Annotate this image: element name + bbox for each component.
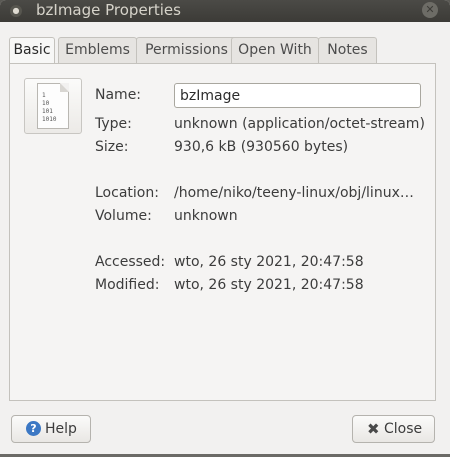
help-icon: ? [26, 421, 41, 436]
size-value: 930,6 kB (930560 bytes) [174, 139, 349, 155]
location-label: Location: [95, 185, 159, 201]
title-bar[interactable]: ● bzImage Properties ✕ [0, 0, 450, 22]
accessed-value: wto, 26 sty 2021, 20:47:58 [174, 254, 364, 270]
modified-value: wto, 26 sty 2021, 20:47:58 [174, 277, 364, 293]
help-button[interactable]: ? Help [11, 415, 91, 443]
icon-text-line: 1 [42, 92, 46, 99]
name-field[interactable] [174, 83, 421, 108]
type-value: unknown (application/octet-stream) [174, 116, 425, 132]
tab-basic[interactable]: Basic [9, 37, 55, 64]
volume-value: unknown [174, 208, 238, 224]
tab-emblems[interactable]: Emblems [58, 37, 137, 63]
tab-notes[interactable]: Notes [318, 37, 377, 63]
tab-open-with[interactable]: Open With [231, 37, 319, 63]
icon-text-line: 10 [42, 100, 50, 107]
accessed-label: Accessed: [95, 254, 166, 270]
binary-file-icon[interactable]: 1 10 101 1010 [24, 78, 82, 134]
close-icon: ✖ [367, 420, 380, 438]
page-corner [60, 83, 69, 92]
properties-dialog: ● bzImage Properties ✕ Basic Emblems Per… [0, 0, 450, 457]
size-label: Size: [95, 139, 129, 155]
icon-text-line: 101 [42, 108, 53, 115]
icon-text-line: 1010 [42, 116, 57, 123]
tab-permissions[interactable]: Permissions [136, 37, 237, 63]
name-label: Name: [95, 87, 142, 103]
window-title: bzImage Properties [36, 1, 181, 19]
document-icon: 1 10 101 1010 [37, 83, 69, 129]
close-button[interactable]: ✖ Close [352, 415, 435, 443]
app-icon: ● [10, 5, 22, 17]
type-label: Type: [95, 116, 132, 132]
help-button-label: Help [45, 421, 77, 437]
modified-label: Modified: [95, 277, 160, 293]
location-value: /home/niko/teeny-linux/obj/linux… [174, 185, 414, 201]
volume-label: Volume: [95, 208, 152, 224]
window-close-icon[interactable]: ✕ [422, 2, 438, 18]
close-button-label: Close [384, 421, 423, 437]
